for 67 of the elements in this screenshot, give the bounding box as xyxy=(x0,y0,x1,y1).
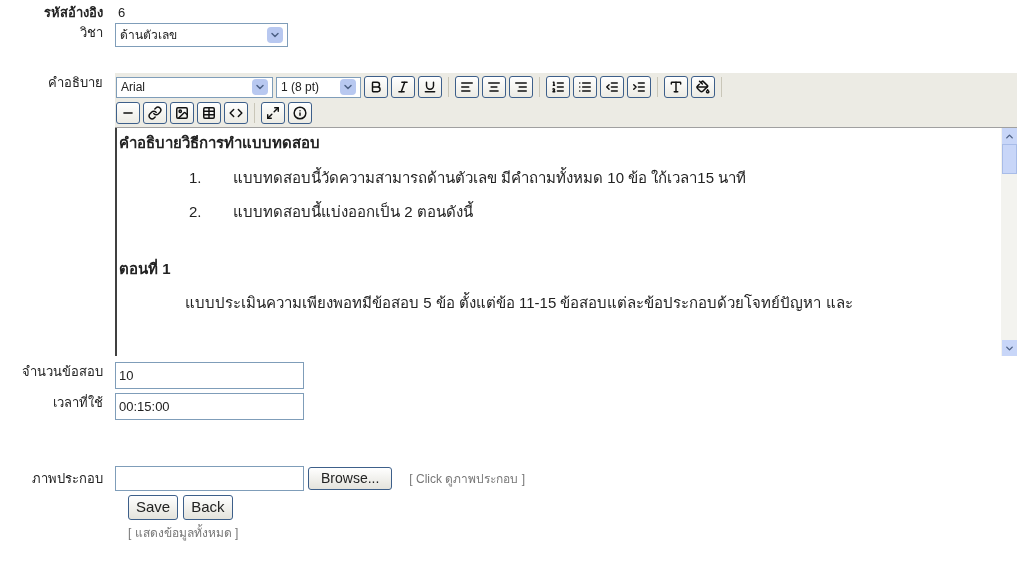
field-label: รหัสอ้างอิง xyxy=(44,5,103,21)
italic-icon xyxy=(396,80,410,94)
field-label: เวลาที่ใช้ xyxy=(53,395,103,410)
underline-icon xyxy=(423,80,437,94)
bullet-list-icon xyxy=(578,80,592,94)
scrollbar[interactable] xyxy=(1001,128,1017,356)
scroll-down-icon[interactable] xyxy=(1001,340,1017,356)
align-center-button[interactable] xyxy=(482,76,506,98)
info-button[interactable] xyxy=(288,102,312,124)
field-label: คำอธิบาย xyxy=(48,75,103,90)
list-item-text: แบบทดสอบนี้วัดความสามารถด้านตัวเลข มีคำถามทั้งหมด 10 ข้อ ใก้เวลา15 นาที xyxy=(233,166,747,188)
table-button[interactable] xyxy=(197,102,221,124)
bold-button[interactable] xyxy=(364,76,388,98)
indent-button[interactable] xyxy=(627,76,651,98)
list-number: 1. xyxy=(189,167,203,188)
align-center-icon xyxy=(487,80,501,94)
font-dropdown[interactable]: Arial xyxy=(116,76,273,98)
link-icon xyxy=(148,106,162,120)
fullscreen-icon xyxy=(266,106,280,120)
underline-button[interactable] xyxy=(418,76,442,98)
text-color-icon xyxy=(669,80,683,94)
align-right-icon xyxy=(514,80,528,94)
reference-value: 6 xyxy=(117,4,126,23)
subject-dropdown[interactable]: ด้านตัวเลข xyxy=(115,23,288,47)
font-size-dropdown[interactable]: 1 (8 pt) xyxy=(276,76,361,98)
horizontal-rule-button[interactable] xyxy=(116,102,140,124)
editor-heading: คำอธิบายวิธีการทำแบบทดสอบ xyxy=(119,133,321,153)
bold-icon xyxy=(369,80,383,94)
background-color-button[interactable] xyxy=(691,76,715,98)
align-left-button[interactable] xyxy=(455,76,479,98)
form-button[interactable]: Back xyxy=(183,495,233,520)
indent-icon xyxy=(632,80,646,94)
list-number: 2. xyxy=(189,202,203,222)
scroll-up-icon[interactable] xyxy=(1001,128,1017,144)
field-label: จำนวนข้อสอบ xyxy=(22,364,103,379)
italic-button[interactable] xyxy=(391,76,415,98)
background-color-icon xyxy=(696,80,710,94)
fullscreen-button[interactable] xyxy=(261,102,285,124)
editor-paragraph: แบบประเมินความเพียงพอทมีข้อสอบ 5 ข้อ ตั้งแต่ข้อ 11-15 ข้อสอบแต่ละข้อประกอบด้วยโจทย์ปัญหา และ xyxy=(184,292,854,313)
align-right-button[interactable] xyxy=(509,76,533,98)
code-button[interactable] xyxy=(224,102,248,124)
editor-heading: ตอนที่ 1 xyxy=(119,257,172,279)
show-all-link[interactable]: [ แสดงข้อมูลทั้งหมด ] xyxy=(128,524,239,542)
image-icon xyxy=(175,106,189,120)
text-color-button[interactable] xyxy=(664,76,688,98)
image-button[interactable] xyxy=(170,102,194,124)
outdent-icon xyxy=(605,80,619,94)
question-count-field[interactable]: 10 xyxy=(115,362,304,389)
numbered-list-icon xyxy=(551,80,565,94)
list-item-text: แบบทดสอบนี้แบ่งออกเป็น 2 ตอนดังนี้ xyxy=(233,201,473,222)
editor-area[interactable] xyxy=(115,128,1017,356)
info-icon xyxy=(293,106,307,120)
field-label: วิชา xyxy=(80,25,103,40)
file-path-field[interactable] xyxy=(115,466,304,491)
code-icon xyxy=(229,106,243,120)
time-field[interactable]: 00:15:00 xyxy=(115,393,304,420)
outdent-button[interactable] xyxy=(600,76,624,98)
browse-button[interactable]: Browse... xyxy=(308,467,393,490)
table-icon xyxy=(202,106,216,120)
form-button[interactable]: Save xyxy=(128,495,179,520)
numbered-list-button[interactable] xyxy=(546,76,570,98)
bullet-list-button[interactable] xyxy=(573,76,597,98)
align-left-icon xyxy=(460,80,474,94)
link-button[interactable] xyxy=(143,102,167,124)
view-picture-link[interactable]: [ Click ดูภาพประกอบ ] xyxy=(409,469,526,488)
scroll-thumb[interactable] xyxy=(1001,144,1017,174)
field-label: ภาพประกอบ xyxy=(32,470,103,486)
